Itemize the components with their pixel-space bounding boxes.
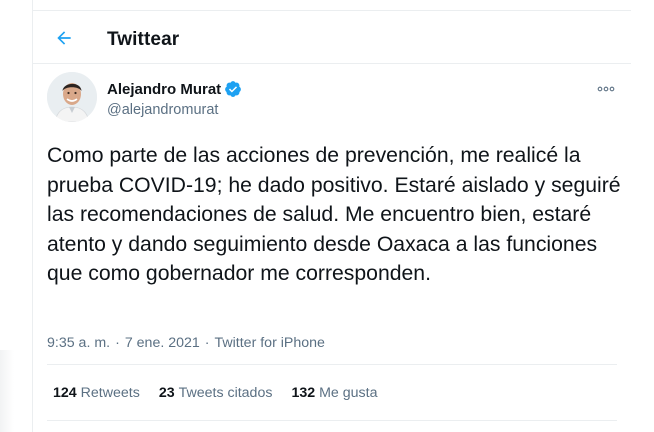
divider bbox=[47, 364, 617, 365]
tweet-header: Twittear bbox=[33, 11, 631, 64]
verified-badge-icon bbox=[225, 81, 242, 97]
separator-dot: · bbox=[115, 335, 120, 351]
more-dots-icon bbox=[597, 86, 615, 92]
tweet-metadata: 9:35 a. m. · 7 ene. 2021 · Twitter for i… bbox=[47, 335, 325, 351]
author-handle[interactable]: @alejandromurat bbox=[107, 102, 218, 118]
likes-stat[interactable]: 132 Me gusta bbox=[291, 385, 377, 401]
likes-count: 132 bbox=[291, 385, 316, 401]
author-name[interactable]: Alejandro Murat bbox=[107, 81, 221, 98]
quote-tweets-stat[interactable]: 23 Tweets citados bbox=[159, 385, 273, 401]
left-edge-shadow bbox=[0, 350, 14, 432]
retweets-count: 124 bbox=[53, 385, 77, 401]
quote-tweets-count: 23 bbox=[158, 385, 175, 401]
tweet-text: Como parte de las acciones de prevención… bbox=[47, 144, 621, 285]
tweet-stats: 124 Retweets 23 Tweets citados 132 Me gu… bbox=[53, 385, 396, 401]
divider bbox=[47, 420, 617, 421]
tweet-date[interactable]: 7 ene. 2021 bbox=[125, 335, 200, 351]
user-avatar-icon bbox=[47, 72, 97, 122]
separator-dot: · bbox=[204, 335, 210, 351]
author-name-row[interactable]: Alejandro Murat bbox=[107, 80, 242, 98]
likes-label: Me gusta bbox=[319, 385, 378, 401]
right-background bbox=[631, 0, 654, 432]
arrow-left-icon bbox=[57, 31, 71, 45]
avatar[interactable] bbox=[47, 72, 97, 122]
back-button[interactable] bbox=[49, 23, 79, 53]
tweet-source-link[interactable]: Twitter for iPhone bbox=[215, 335, 325, 351]
tweet-time[interactable]: 9:35 a. m. bbox=[47, 335, 110, 351]
page-title: Twittear bbox=[107, 29, 180, 50]
left-background bbox=[0, 0, 32, 432]
tweet-column: Twittear Alejandro Murat @alejandromurat… bbox=[32, 0, 632, 432]
quote-tweets-label: Tweets citados bbox=[178, 385, 273, 401]
more-options-button[interactable] bbox=[595, 80, 617, 98]
retweets-label: Retweets bbox=[80, 385, 140, 401]
retweets-stat[interactable]: 124 Retweets bbox=[53, 385, 140, 401]
